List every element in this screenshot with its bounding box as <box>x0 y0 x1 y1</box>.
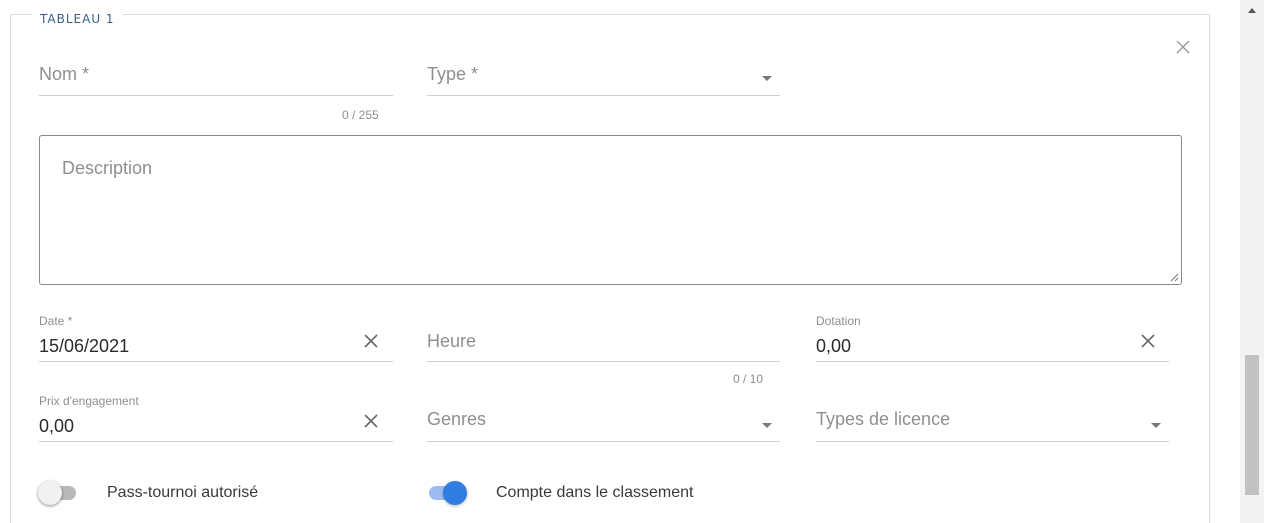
scrollbar-thumb[interactable] <box>1245 355 1259 495</box>
resize-grip-icon[interactable] <box>1169 272 1179 282</box>
clear-icon[interactable] <box>1139 332 1157 350</box>
clear-icon[interactable] <box>362 412 380 430</box>
dotation-underline <box>816 361 1169 362</box>
date-underline <box>39 361 393 362</box>
types-licence-underline <box>816 441 1169 442</box>
compte-classement-toggle[interactable] <box>429 481 467 505</box>
scroll-up-arrow-icon[interactable] <box>1248 8 1256 13</box>
genres-placeholder: Genres <box>427 409 487 429</box>
nom-placeholder: Nom * <box>39 64 90 84</box>
description-placeholder: Description <box>62 158 153 178</box>
date-label: Date * <box>39 314 73 328</box>
type-underline <box>427 95 780 96</box>
nom-underline <box>39 95 393 96</box>
type-select[interactable]: Type * <box>427 58 780 96</box>
dotation-label: Dotation <box>816 314 861 328</box>
heure-field[interactable]: Heure <box>427 325 780 362</box>
types-licence-placeholder: Types de licence <box>816 409 951 429</box>
dropdown-caret-icon[interactable] <box>1151 423 1161 428</box>
dotation-field[interactable]: Dotation 0,00 <box>816 312 1169 362</box>
pass-tournoi-toggle[interactable] <box>38 481 76 505</box>
date-field[interactable]: Date * 15/06/2021 <box>39 312 393 362</box>
prix-engagement-underline <box>39 441 393 442</box>
close-icon[interactable] <box>1172 36 1194 58</box>
section-legend: TABLEAU 1 <box>32 12 123 26</box>
toggle-knob <box>443 481 467 505</box>
types-licence-select[interactable]: Types de licence <box>816 405 1169 442</box>
prix-engagement-field[interactable]: Prix d'engagement 0,00 <box>39 392 393 442</box>
toggle-knob <box>38 481 62 505</box>
genres-select[interactable]: Genres <box>427 405 780 442</box>
prix-engagement-label: Prix d'engagement <box>39 394 139 408</box>
pass-tournoi-label: Pass-tournoi autorisé <box>107 484 259 501</box>
heure-placeholder: Heure <box>427 331 477 351</box>
genres-underline <box>427 441 780 442</box>
heure-counter: 0 / 10 <box>733 372 764 386</box>
dropdown-caret-icon[interactable] <box>762 76 772 81</box>
dropdown-caret-icon[interactable] <box>762 423 772 428</box>
heure-underline <box>427 361 780 362</box>
nom-field[interactable]: Nom * <box>39 58 393 96</box>
nom-counter: 0 / 255 <box>342 108 379 122</box>
type-placeholder: Type * <box>427 64 479 84</box>
date-value: 15/06/2021 <box>39 336 130 356</box>
dotation-value: 0,00 <box>816 336 852 356</box>
compte-classement-label: Compte dans le classement <box>496 484 694 501</box>
clear-icon[interactable] <box>362 332 380 350</box>
prix-engagement-value: 0,00 <box>39 416 75 436</box>
description-textarea[interactable]: Description <box>39 135 1182 285</box>
